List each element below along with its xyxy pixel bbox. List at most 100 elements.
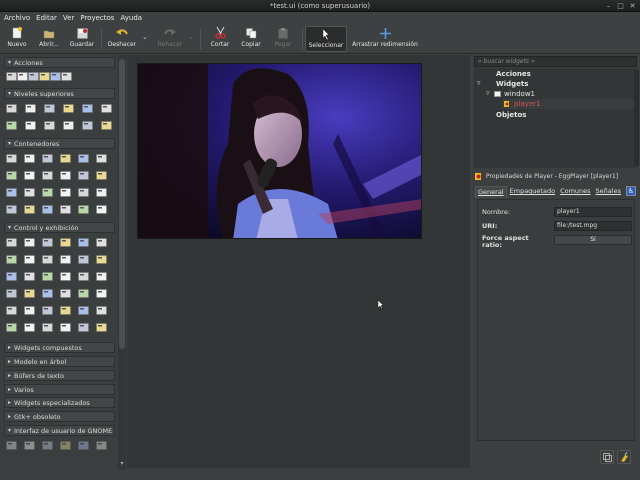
palette-widget-icon[interactable] bbox=[96, 289, 107, 298]
select-button[interactable]: Seleccionar bbox=[305, 26, 347, 52]
palette-widget-icon[interactable] bbox=[96, 441, 107, 450]
palette-widget-icon[interactable] bbox=[78, 255, 89, 264]
palette-widget-icon[interactable] bbox=[6, 255, 17, 264]
save-button[interactable]: Guardar bbox=[66, 26, 98, 52]
tree-item-widgets[interactable]: Widgets bbox=[496, 79, 528, 89]
palette-widget-icon[interactable] bbox=[78, 323, 89, 332]
palette-widget-icon[interactable] bbox=[42, 171, 53, 180]
palette-widget-icon[interactable] bbox=[101, 104, 112, 113]
palette-widget-icon[interactable] bbox=[6, 171, 17, 180]
palette-widget-icon[interactable] bbox=[39, 72, 50, 81]
undo-button[interactable]: Deshacer bbox=[104, 26, 140, 52]
palette-widget-icon[interactable] bbox=[60, 188, 71, 197]
section-varios[interactable]: ▸ Varios bbox=[4, 384, 115, 395]
palette-widget-icon[interactable] bbox=[101, 121, 112, 130]
palette-widget-icon[interactable] bbox=[6, 238, 17, 247]
drag-resize-button[interactable]: Arrastrar redimensión bbox=[350, 26, 420, 52]
palette-widget-icon[interactable] bbox=[78, 171, 89, 180]
section-bufers-texto[interactable]: ▸ Búfers de texto bbox=[4, 370, 115, 381]
section-niveles-superiores[interactable]: ▾ Niveles superiores bbox=[4, 88, 115, 99]
tree-scrollbar[interactable] bbox=[634, 70, 639, 166]
palette-widget-icon[interactable] bbox=[42, 238, 53, 247]
tab-general[interactable]: General bbox=[475, 186, 507, 198]
tree-item-objetos[interactable]: Objetos bbox=[496, 110, 526, 120]
palette-widget-icon[interactable] bbox=[17, 72, 28, 81]
palette-widget-icon[interactable] bbox=[78, 188, 89, 197]
new-button[interactable]: Nuevo bbox=[4, 26, 30, 52]
menu-archivo[interactable]: Archivo bbox=[4, 14, 30, 22]
name-field[interactable]: player1 bbox=[554, 206, 632, 217]
palette-widget-icon[interactable] bbox=[96, 205, 107, 214]
palette-widget-icon[interactable] bbox=[96, 188, 107, 197]
copy-button[interactable]: Copiar bbox=[238, 26, 264, 52]
palette-widget-icon[interactable] bbox=[78, 154, 89, 163]
maximize-icon[interactable]: □ bbox=[616, 2, 625, 10]
palette-widget-icon[interactable] bbox=[78, 238, 89, 247]
palette-widget-icon[interactable] bbox=[24, 441, 35, 450]
palette-widget-icon[interactable] bbox=[42, 255, 53, 264]
tree-item-acciones[interactable]: Acciones bbox=[496, 69, 531, 79]
widget-search-input[interactable]: « buscar widgets » bbox=[474, 56, 637, 67]
section-control-exhibicion[interactable]: ▾ Control y exhibición bbox=[4, 222, 115, 233]
palette-widget-icon[interactable] bbox=[6, 188, 17, 197]
palette-widget-icon[interactable] bbox=[63, 121, 74, 130]
design-canvas[interactable] bbox=[127, 55, 470, 468]
palette-widget-icon[interactable] bbox=[60, 255, 71, 264]
palette-widget-icon[interactable] bbox=[6, 306, 17, 315]
redo-dropdown-icon[interactable]: ⌄ bbox=[188, 33, 194, 41]
palette-widget-icon[interactable] bbox=[24, 306, 35, 315]
palette-widget-icon[interactable] bbox=[24, 205, 35, 214]
tree-item-player1[interactable]: player1 bbox=[502, 99, 634, 109]
minimize-icon[interactable]: – bbox=[604, 2, 613, 10]
palette-widget-icon[interactable] bbox=[82, 104, 93, 113]
close-icon[interactable]: ✕ bbox=[628, 2, 637, 10]
tab-senales[interactable]: Señales bbox=[594, 186, 623, 198]
palette-widget-icon[interactable] bbox=[60, 238, 71, 247]
palette-widget-icon[interactable] bbox=[6, 441, 17, 450]
palette-widget-icon[interactable] bbox=[25, 104, 36, 113]
palette-widget-icon[interactable] bbox=[24, 171, 35, 180]
palette-widget-icon[interactable] bbox=[6, 104, 17, 113]
palette-widget-icon[interactable] bbox=[42, 441, 53, 450]
palette-widget-icon[interactable] bbox=[24, 272, 35, 281]
section-contenedores[interactable]: ▾ Contenedores bbox=[4, 138, 115, 149]
palette-widget-icon[interactable] bbox=[6, 323, 17, 332]
menu-ayuda[interactable]: Ayuda bbox=[120, 14, 142, 22]
palette-widget-icon[interactable] bbox=[96, 154, 107, 163]
palette-widget-icon[interactable] bbox=[60, 289, 71, 298]
palette-scrollbar[interactable] bbox=[118, 55, 126, 470]
palette-widget-icon[interactable] bbox=[78, 306, 89, 315]
palette-widget-icon[interactable] bbox=[78, 205, 89, 214]
redo-button[interactable]: Rehacer bbox=[154, 26, 186, 52]
palette-widget-icon[interactable] bbox=[24, 238, 35, 247]
palette-widget-icon[interactable] bbox=[28, 72, 39, 81]
palette-widget-icon[interactable] bbox=[96, 323, 107, 332]
palette-widget-icon[interactable] bbox=[42, 154, 53, 163]
tab-comunes[interactable]: Comunes bbox=[558, 186, 592, 198]
palette-widget-icon[interactable] bbox=[24, 323, 35, 332]
palette-widget-icon[interactable] bbox=[44, 121, 55, 130]
palette-widget-icon[interactable] bbox=[42, 205, 53, 214]
tree-expander-icon[interactable]: ▿ bbox=[486, 89, 490, 97]
palette-widget-icon[interactable] bbox=[6, 121, 17, 130]
palette-widget-icon[interactable] bbox=[24, 154, 35, 163]
palette-widget-icon[interactable] bbox=[60, 205, 71, 214]
undo-dropdown-icon[interactable]: ⌄ bbox=[142, 33, 148, 41]
palette-widget-icon[interactable] bbox=[42, 272, 53, 281]
section-gnome-ui[interactable]: ▾ Interfaz de usuario de GNOME bbox=[4, 425, 115, 436]
palette-widget-icon[interactable] bbox=[42, 289, 53, 298]
palette-widget-icon[interactable] bbox=[78, 272, 89, 281]
open-button[interactable]: Abrir... bbox=[36, 26, 62, 52]
clear-icon[interactable] bbox=[617, 450, 631, 464]
section-widgets-especializados[interactable]: ▸ Widgets especializados bbox=[4, 397, 115, 408]
palette-widget-icon[interactable] bbox=[78, 441, 89, 450]
scrollbar-thumb[interactable] bbox=[119, 59, 125, 349]
palette-widget-icon[interactable] bbox=[6, 154, 17, 163]
copy-icon[interactable] bbox=[600, 450, 614, 464]
tree-expander-icon[interactable]: ▿ bbox=[477, 79, 481, 87]
palette-widget-icon[interactable] bbox=[96, 255, 107, 264]
palette-widget-icon[interactable] bbox=[63, 104, 74, 113]
palette-widget-icon[interactable] bbox=[60, 154, 71, 163]
palette-widget-icon[interactable] bbox=[96, 171, 107, 180]
scroll-down-icon[interactable]: ▾ bbox=[118, 460, 126, 467]
